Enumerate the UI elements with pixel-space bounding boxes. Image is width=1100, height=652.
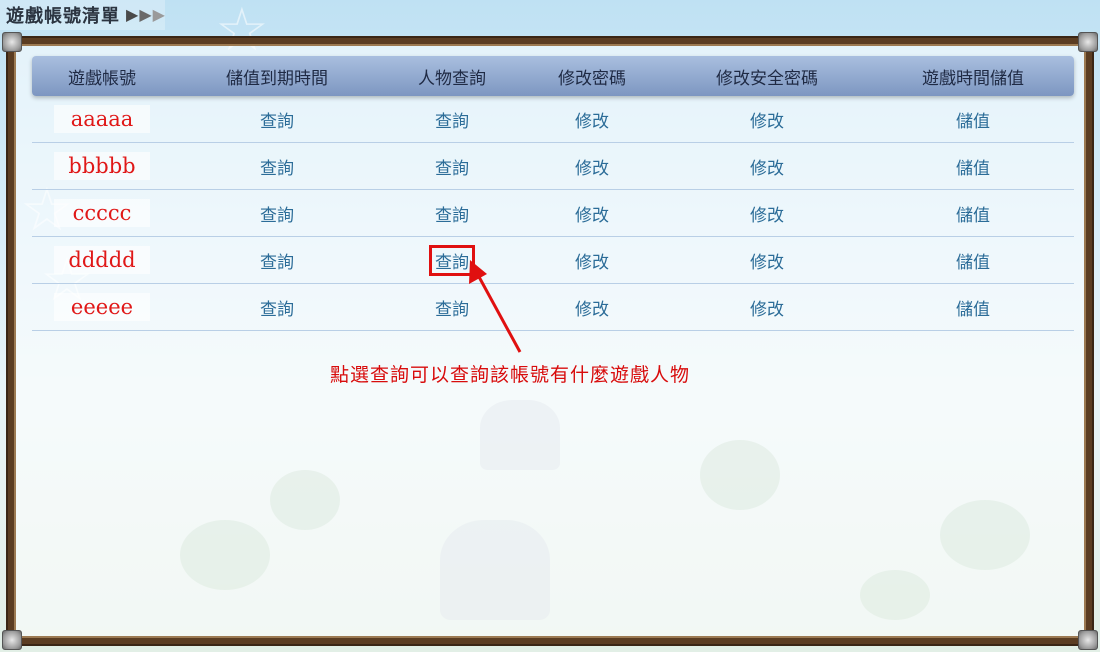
change-secure-password-link[interactable]: 修改 (750, 159, 784, 179)
frame-corner (2, 32, 22, 52)
character-query-link[interactable]: 查詢 (435, 300, 469, 320)
page-header: 遊戲帳號清單 ▶ ▶ ▶ (0, 0, 165, 30)
account-list-frame: 遊戲帳號 儲值到期時間 人物查詢 修改密碼 修改安全密碼 遊戲時間儲值 aaaa… (2, 32, 1098, 650)
change-secure-password-link[interactable]: 修改 (750, 300, 784, 320)
table-row: bbbbb 查詢 查詢 修改 修改 儲值 (32, 143, 1074, 190)
column-header-expiry: 儲值到期時間 (226, 68, 328, 89)
change-password-link[interactable]: 修改 (575, 112, 609, 132)
account-name: aaaaa (54, 105, 150, 133)
change-password-link[interactable]: 修改 (575, 253, 609, 273)
change-password-link[interactable]: 修改 (575, 159, 609, 179)
change-secure-password-link[interactable]: 修改 (750, 112, 784, 132)
expiry-query-link[interactable]: 查詢 (260, 112, 294, 132)
table-header: 遊戲帳號 儲值到期時間 人物查詢 修改密碼 修改安全密碼 遊戲時間儲值 (32, 56, 1074, 96)
account-name: eeeee (54, 293, 150, 321)
table-row: aaaaa 查詢 查詢 修改 修改 儲值 (32, 96, 1074, 143)
arrows-decoration: ▶ ▶ ▶ (126, 7, 165, 23)
page-title: 遊戲帳號清單 (6, 6, 120, 27)
topup-link[interactable]: 儲值 (956, 159, 990, 179)
frame-corner (1078, 32, 1098, 52)
change-password-link[interactable]: 修改 (575, 206, 609, 226)
expiry-query-link[interactable]: 查詢 (260, 159, 294, 179)
table-row: ccccc 查詢 查詢 修改 修改 儲值 (32, 190, 1074, 237)
change-secure-password-link[interactable]: 修改 (750, 206, 784, 226)
character-query-link[interactable]: 查詢 (435, 112, 469, 132)
account-table: 遊戲帳號 儲值到期時間 人物查詢 修改密碼 修改安全密碼 遊戲時間儲值 aaaa… (32, 56, 1074, 331)
character-query-link[interactable]: 查詢 (435, 159, 469, 179)
column-header-secure-password: 修改安全密碼 (716, 68, 818, 89)
expiry-query-link[interactable]: 查詢 (260, 300, 294, 320)
character-query-link-highlighted[interactable]: 查詢 (429, 244, 475, 276)
column-header-topup: 遊戲時間儲值 (922, 68, 1024, 89)
annotation-text: 點選查詢可以查詢該帳號有什麼遊戲人物 (330, 364, 691, 386)
account-name: ccccc (54, 199, 150, 227)
topup-link[interactable]: 儲值 (956, 206, 990, 226)
play-arrow-icon: ▶ (126, 5, 139, 24)
column-header-account: 遊戲帳號 (68, 68, 136, 89)
column-header-password: 修改密碼 (558, 68, 626, 89)
play-arrow-icon: ▶ (139, 5, 152, 24)
table-row: eeeee 查詢 查詢 修改 修改 儲值 (32, 284, 1074, 331)
character-query-link[interactable]: 查詢 (435, 206, 469, 226)
frame-corner (2, 630, 22, 650)
topup-link[interactable]: 儲值 (956, 112, 990, 132)
table-row: ddddd 查詢 查詢 修改 修改 儲值 (32, 237, 1074, 284)
expiry-query-link[interactable]: 查詢 (260, 253, 294, 273)
account-name: ddddd (54, 246, 150, 274)
column-header-character: 人物查詢 (418, 68, 486, 89)
topup-link[interactable]: 儲值 (956, 253, 990, 273)
frame-corner (1078, 630, 1098, 650)
expiry-query-link[interactable]: 查詢 (260, 206, 294, 226)
change-password-link[interactable]: 修改 (575, 300, 609, 320)
play-arrow-icon: ▶ (152, 5, 165, 24)
change-secure-password-link[interactable]: 修改 (750, 253, 784, 273)
account-name: bbbbb (54, 152, 150, 180)
topup-link[interactable]: 儲值 (956, 300, 990, 320)
